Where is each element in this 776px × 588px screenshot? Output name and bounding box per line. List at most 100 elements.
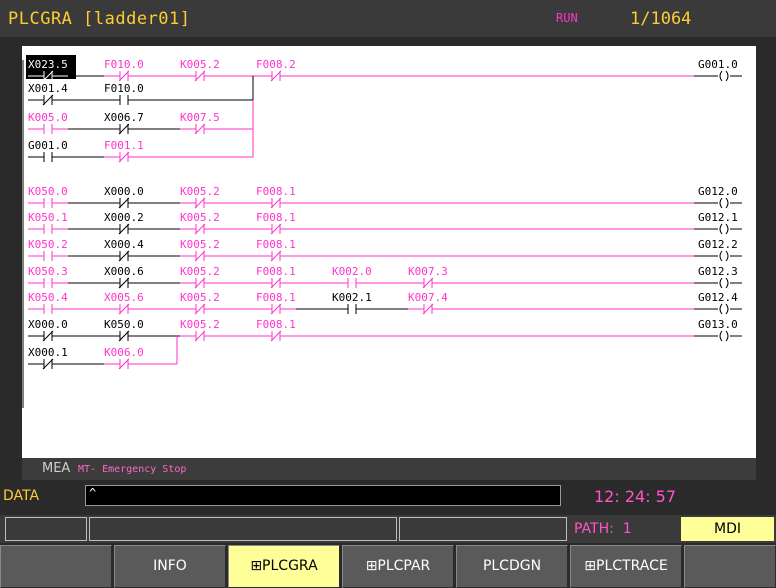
contact-no[interactable] xyxy=(104,95,144,105)
contact-address: K050.1 xyxy=(28,211,68,224)
contact-nc[interactable] xyxy=(104,223,144,235)
contact-nc[interactable] xyxy=(180,70,220,82)
contact-address: F008.1 xyxy=(256,211,296,224)
contact-nc[interactable] xyxy=(104,303,144,315)
contact-nc[interactable] xyxy=(256,223,296,235)
contact-nc[interactable] xyxy=(180,330,220,342)
contact-address: F008.1 xyxy=(256,265,296,278)
softkey-plcgra[interactable]: ⊞PLCGRA xyxy=(228,545,340,588)
path-indicator: PATH: 1 xyxy=(574,521,632,537)
contact-address: K005.2 xyxy=(180,58,220,71)
coil[interactable] xyxy=(719,70,729,82)
contact-nc[interactable] xyxy=(104,151,144,163)
softkey-info[interactable]: INFO xyxy=(114,545,226,588)
contact-nc[interactable] xyxy=(256,70,296,82)
ladder-diagram[interactable]: X023.5 F010.0 K005.2 F008.2 G001.0 X001.4 F010… xyxy=(22,46,756,458)
coil[interactable] xyxy=(719,277,729,289)
contact-nc[interactable] xyxy=(256,303,296,315)
contact-nc[interactable] xyxy=(104,70,144,82)
contact-no[interactable] xyxy=(28,124,68,134)
coil[interactable] xyxy=(719,197,729,209)
contact-no[interactable] xyxy=(28,198,68,208)
contact-address: K005.0 xyxy=(28,111,68,124)
contact-address: G001.0 xyxy=(28,139,68,152)
contact-address: K005.2 xyxy=(180,291,220,304)
data-label: DATA xyxy=(3,488,40,504)
contact-no[interactable] xyxy=(28,251,68,261)
contact-address: X000.0 xyxy=(28,318,68,331)
softkey-left-arrow[interactable] xyxy=(0,545,112,588)
contact-no[interactable] xyxy=(332,304,372,314)
contact-nc[interactable] xyxy=(180,197,220,209)
contact-nc[interactable] xyxy=(180,277,220,289)
contact-address: K005.2 xyxy=(180,318,220,331)
softkey-plcpar[interactable]: ⊞PLCPAR xyxy=(342,545,454,588)
coil[interactable] xyxy=(719,303,729,315)
path-value: 1 xyxy=(622,521,632,537)
softkey-right-arrow[interactable] xyxy=(684,545,776,588)
screen-title: PLCGRA [ladder01] xyxy=(8,9,191,29)
data-row: DATA ^ 12: 24: 57 xyxy=(0,483,776,510)
contact-nc[interactable] xyxy=(180,123,220,135)
contact-address: K007.5 xyxy=(180,111,220,124)
data-input-field[interactable]: ^ xyxy=(85,485,561,506)
contact-nc[interactable] xyxy=(180,223,220,235)
title-bar: PLCGRA [ladder01] RUN 1/1064 xyxy=(0,0,776,37)
contact-address: F008.1 xyxy=(256,185,296,198)
message-text: MT- Emergency Stop xyxy=(78,464,187,475)
softkey-plctrace[interactable]: ⊞PLCTRACE xyxy=(570,545,682,588)
mode-badge: MDI xyxy=(681,517,774,541)
contact-no[interactable] xyxy=(28,278,68,288)
contact-nc[interactable] xyxy=(28,358,68,370)
contact-nc[interactable] xyxy=(104,277,144,289)
status-row: PATH: 1 MDI xyxy=(0,515,776,543)
contact-address: X000.1 xyxy=(28,346,68,359)
ladder-diagram-panel[interactable]: X023.5 F010.0 K005.2 F008.2 G001.0 X001.4 F010… xyxy=(22,46,756,458)
contact-nc[interactable] xyxy=(28,330,68,342)
contact-nc[interactable] xyxy=(104,358,144,370)
coil-address: G012.0 xyxy=(698,185,738,198)
run-status: RUN xyxy=(556,11,578,25)
contact-no[interactable] xyxy=(28,304,68,314)
contact-nc[interactable] xyxy=(104,123,144,135)
contact-nc[interactable] xyxy=(104,250,144,262)
contact-address: K005.2 xyxy=(180,211,220,224)
contact-address: X000.4 xyxy=(104,238,144,251)
contact-nc[interactable] xyxy=(256,250,296,262)
status-cell xyxy=(89,517,397,541)
contact-nc[interactable] xyxy=(104,197,144,209)
coil-address: G012.1 xyxy=(698,211,738,224)
contact-address: K002.1 xyxy=(332,291,372,304)
coil[interactable] xyxy=(719,250,729,262)
softkey-bar: INFO ⊞PLCGRA ⊞PLCPAR PLCDGN ⊞PLCTRACE xyxy=(0,545,776,588)
contact-no[interactable] xyxy=(28,152,68,162)
contact-address: X000.0 xyxy=(104,185,144,198)
contact-nc[interactable] xyxy=(28,94,68,106)
contact-address: F008.1 xyxy=(256,238,296,251)
contact-address: K007.3 xyxy=(408,265,448,278)
coil-address: G012.2 xyxy=(698,238,738,251)
contact-address: K050.0 xyxy=(28,185,68,198)
contact-no[interactable] xyxy=(332,278,372,288)
contact-nc[interactable] xyxy=(180,250,220,262)
contact-nc[interactable] xyxy=(256,197,296,209)
contact-nc[interactable] xyxy=(104,330,144,342)
coil[interactable] xyxy=(719,330,729,342)
step-count: 1/1064 xyxy=(630,9,692,29)
contact-nc[interactable] xyxy=(256,277,296,289)
contact-address: K050.4 xyxy=(28,291,68,304)
clock-display: 12: 24: 57 xyxy=(594,487,677,506)
contact-address: K002.0 xyxy=(332,265,372,278)
coil-address: G013.0 xyxy=(698,318,738,331)
contact-no[interactable] xyxy=(28,224,68,234)
contact-address: X000.6 xyxy=(104,265,144,278)
contact-address: K007.4 xyxy=(408,291,448,304)
message-bar: MEA MT- Emergency Stop xyxy=(22,458,756,480)
contact-nc[interactable] xyxy=(256,330,296,342)
contact-nc[interactable] xyxy=(408,303,448,315)
contact-address: K005.2 xyxy=(180,185,220,198)
contact-nc[interactable] xyxy=(180,303,220,315)
contact-nc[interactable] xyxy=(408,277,448,289)
coil[interactable] xyxy=(719,223,729,235)
softkey-plcdgn[interactable]: PLCDGN xyxy=(456,545,568,588)
